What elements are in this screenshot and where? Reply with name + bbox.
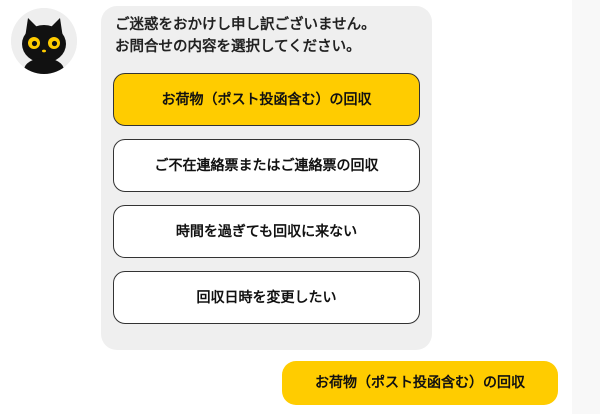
scroll-strip [572, 0, 600, 414]
black-cat-icon [11, 8, 77, 74]
option-change-pickup-time[interactable]: 回収日時を変更したい [113, 271, 420, 324]
bot-avatar [11, 8, 77, 74]
user-reply-bubble: お荷物（ポスト投函含む）の回収 [282, 361, 558, 405]
option-pickup-late[interactable]: 時間を過ぎても回収に来ない [113, 205, 420, 258]
option-absence-notice-pickup[interactable]: ご不在連絡票またはご連絡票の回収 [113, 139, 420, 192]
bot-message-text: ご迷惑をおかけし申し訳ございません。 お問合せの内容を選択してください。 [115, 17, 376, 55]
option-parcel-pickup[interactable]: お荷物（ポスト投函含む）の回収 [113, 73, 420, 126]
chat-screen: ご迷惑をおかけし申し訳ございません。 お問合せの内容を選択してください。 お荷物… [0, 0, 600, 414]
bot-message-bubble: ご迷惑をおかけし申し訳ございません。 お問合せの内容を選択してください。 お荷物… [101, 6, 432, 350]
